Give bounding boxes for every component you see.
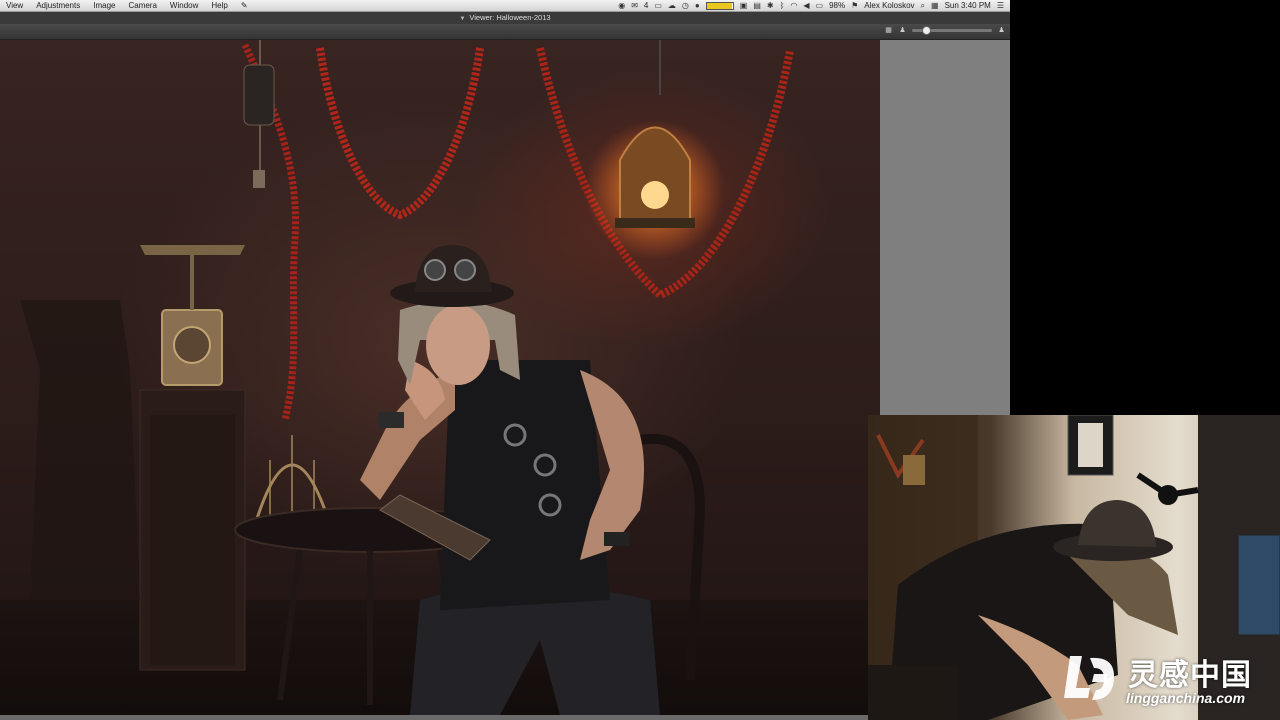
person-vest — [440, 360, 610, 610]
zoom-slider-thumb[interactable] — [922, 26, 932, 35]
screen-icon[interactable]: ▭ — [654, 0, 662, 11]
person-watch — [604, 532, 630, 546]
spotlight-icon[interactable]: ⌕ — [921, 0, 925, 11]
notification-count: 4 — [643, 1, 649, 10]
menu-bar: View Adjustments Image Camera Window Hel… — [0, 0, 1010, 12]
presenter-hat-crown — [1078, 500, 1156, 547]
person-face — [426, 305, 490, 385]
lantern-base — [615, 218, 695, 228]
studio-lantern — [903, 455, 925, 485]
watermark-url: lingganchina.com — [1126, 690, 1246, 706]
volume-icon[interactable]: ◀ — [803, 0, 809, 11]
goggle-lens — [424, 259, 446, 281]
menu-view[interactable]: View — [0, 0, 30, 11]
telephone-shadow — [20, 300, 140, 600]
light-clamp — [1158, 485, 1178, 505]
user-name[interactable]: Alex Koloskov — [864, 0, 914, 11]
clock[interactable]: Sun 3:40 PM — [945, 0, 991, 11]
viewer-bottom-edge — [0, 715, 1010, 720]
watermark-brand: 灵感中国 — [1128, 658, 1252, 693]
watermark-logo-icon — [1064, 656, 1115, 700]
zoom-slider[interactable] — [912, 26, 992, 35]
record-icon[interactable]: ● — [695, 0, 700, 11]
battery-icon[interactable]: ▭ — [816, 0, 824, 11]
menu-camera[interactable]: Camera — [122, 0, 163, 11]
menu-window[interactable]: Window — [164, 0, 205, 11]
viewer-toolbar: ▦ ♟ ♟ — [0, 24, 1010, 40]
cloud-icon[interactable]: ☁ — [668, 0, 676, 11]
activity-meter-fill — [706, 2, 733, 9]
menu-image[interactable]: Image — [87, 0, 122, 11]
telephone-dial — [173, 326, 211, 364]
wall-frame-inner — [1078, 423, 1103, 467]
menu-adjustments[interactable]: Adjustments — [30, 0, 87, 11]
lantern-flame — [641, 181, 669, 209]
flag-icon[interactable]: ⚑ — [851, 0, 858, 11]
screen: View Adjustments Image Camera Window Hel… — [0, 0, 1280, 720]
viewer-title: Viewer: Halloween-2013 — [469, 13, 551, 22]
script-menu-icon[interactable]: ✎ — [235, 0, 255, 11]
wifi-icon[interactable]: ◠ — [790, 0, 797, 11]
small-person-icon[interactable]: ♟ — [898, 26, 907, 35]
list-icon[interactable]: ☰ — [997, 0, 1004, 11]
calendar-icon[interactable]: ▦ — [931, 0, 939, 11]
bluetooth-icon[interactable]: ᛒ — [780, 0, 785, 11]
photo-scene — [0, 40, 880, 715]
display-icon[interactable]: ▣ — [740, 0, 748, 11]
battery-percent: 98% — [829, 1, 846, 10]
time-machine-icon[interactable]: ◷ — [682, 0, 689, 11]
viewer-titlebar: ▼ Viewer: Halloween-2013 — [0, 12, 1010, 24]
zoom-controls: ▦ ♟ ♟ — [884, 26, 1006, 35]
status-area: ◉ ✉ 4 ▭ ☁ ◷ ● ▣ ▤ ✱ ᛒ ◠ ◀ ▭ 98% ⚑ Alex K… — [618, 0, 1010, 11]
gear-icon[interactable]: ✱ — [767, 0, 774, 11]
mail-icon[interactable]: ✉ — [631, 0, 638, 11]
bell-cluster — [243, 64, 275, 126]
viewer-photo[interactable] — [0, 40, 880, 715]
camera-icon[interactable]: ▤ — [753, 0, 761, 11]
monitor — [1237, 534, 1280, 636]
watermark: 灵感中国 lingganchina.com — [1060, 644, 1275, 714]
person-bracelet — [378, 412, 404, 428]
telephone-handset — [140, 245, 245, 255]
sync-icon[interactable]: ◉ — [618, 0, 625, 11]
grid-view-icon[interactable]: ▦ — [884, 26, 893, 35]
desk — [868, 665, 958, 720]
large-person-icon[interactable]: ♟ — [997, 26, 1006, 35]
tinsel-center — [316, 47, 484, 220]
stand-slats — [150, 415, 235, 665]
goggle-lens — [454, 259, 476, 281]
menu-help[interactable]: Help — [205, 0, 234, 11]
activity-meter[interactable] — [705, 1, 734, 10]
bell — [253, 170, 265, 188]
